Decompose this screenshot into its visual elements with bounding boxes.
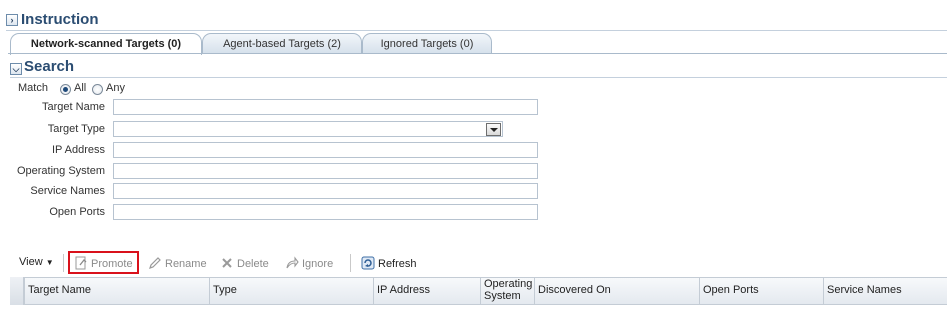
ignore-label: Ignore [302, 258, 334, 270]
instruction-expand-icon[interactable]: › [6, 14, 18, 26]
rename-label: Rename [165, 258, 207, 270]
column-header-discovered-on[interactable]: Discovered On [534, 277, 699, 305]
toolbar-separator [63, 254, 64, 272]
match-all-radio[interactable] [60, 84, 71, 95]
instruction-divider [6, 30, 947, 31]
match-all-label[interactable]: All [74, 82, 86, 94]
target-type-select[interactable] [113, 121, 503, 137]
match-any-radio[interactable] [92, 84, 103, 95]
refresh-icon [361, 256, 375, 270]
ignore-icon [286, 256, 299, 269]
ignore-button[interactable]: Ignore [285, 256, 333, 272]
match-label: Match [18, 82, 48, 94]
column-header-operating-system-line2: System [484, 290, 521, 302]
view-label: View [19, 256, 43, 268]
refresh-button[interactable]: Refresh [361, 256, 417, 272]
operating-system-input[interactable] [113, 163, 538, 179]
open-ports-input[interactable] [113, 204, 538, 220]
search-divider [10, 77, 947, 78]
column-header-ip-address[interactable]: IP Address [373, 277, 480, 305]
target-name-label: Target Name [42, 101, 105, 113]
column-header-service-names[interactable]: Service Names [823, 277, 947, 305]
column-header-operating-system[interactable]: Operating System [480, 277, 534, 305]
column-header-target-name[interactable]: Target Name [24, 277, 209, 305]
search-title[interactable]: Search [24, 58, 74, 75]
match-any-label[interactable]: Any [106, 82, 125, 94]
tab-bar-baseline [8, 53, 947, 54]
view-menu[interactable]: View ▼ [19, 256, 54, 272]
instruction-title[interactable]: Instruction [21, 11, 99, 28]
search-collapse-icon[interactable]: ⌵ [10, 63, 22, 75]
toolbar-separator-2 [350, 254, 351, 272]
ip-address-label: IP Address [52, 144, 105, 156]
operating-system-label: Operating System [16, 165, 105, 177]
service-names-input[interactable] [113, 183, 538, 199]
delete-button[interactable]: Delete [220, 256, 269, 272]
column-header-operating-system-line1: Operating [484, 278, 533, 290]
rename-button[interactable]: Rename [148, 256, 207, 272]
delete-x-icon [222, 258, 232, 268]
tab-network-scanned-targets[interactable]: Network-scanned Targets (0) [10, 33, 202, 55]
pencil-icon [149, 257, 161, 269]
refresh-label: Refresh [378, 258, 417, 270]
promote-highlight [68, 251, 139, 274]
open-ports-label: Open Ports [49, 206, 105, 218]
tab-agent-based-targets[interactable]: Agent-based Targets (2) [202, 33, 362, 54]
column-header-open-ports[interactable]: Open Ports [699, 277, 823, 305]
ip-address-input[interactable] [113, 142, 538, 158]
delete-label: Delete [237, 258, 269, 270]
service-names-label: Service Names [30, 185, 105, 197]
target-name-input[interactable] [113, 99, 538, 115]
chevron-down-icon[interactable] [486, 123, 501, 136]
caret-down-icon: ▼ [45, 258, 54, 267]
target-type-label: Target Type [47, 123, 105, 135]
column-header-type[interactable]: Type [209, 277, 373, 305]
row-selector-header[interactable] [10, 277, 24, 305]
tab-ignored-targets[interactable]: Ignored Targets (0) [362, 33, 492, 54]
